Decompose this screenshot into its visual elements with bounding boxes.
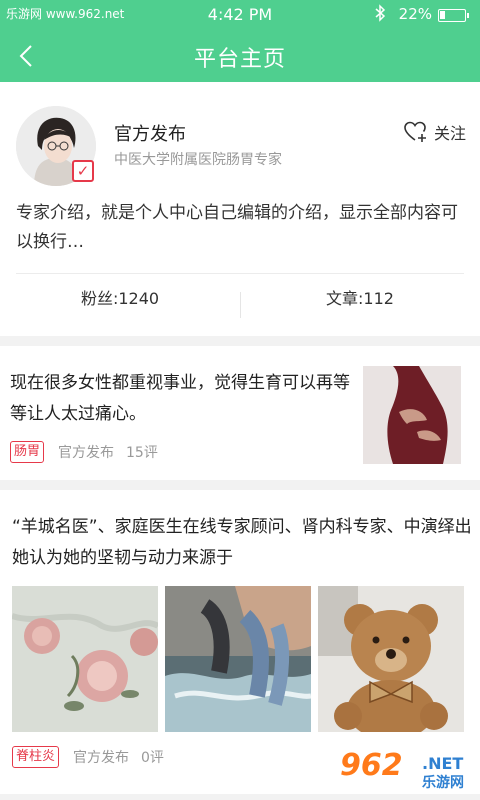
category-tag[interactable]: 脊柱炎 bbox=[12, 746, 60, 768]
post-card[interactable]: 现在很多女性都重视事业，觉得生育可以再等等让人太过痛心。 肠胃 官方发布 15评 bbox=[0, 346, 480, 480]
fans-count[interactable]: 粉丝:1240 bbox=[0, 274, 240, 336]
post-thumbnail bbox=[363, 366, 461, 464]
post-text: 现在很多女性都重视事业，觉得生育可以再等等让人太过痛心。 bbox=[10, 373, 350, 424]
site-logo: 962 .NET 乐游网 bbox=[340, 748, 474, 794]
articles-count[interactable]: 文章:112 bbox=[240, 274, 480, 336]
post-source: 官方发布 bbox=[58, 445, 115, 461]
post-image bbox=[318, 586, 464, 732]
post-source: 官方发布 bbox=[73, 750, 130, 766]
follow-button[interactable]: 关注 bbox=[404, 120, 466, 144]
logo-suffix: .NET bbox=[422, 754, 464, 773]
nav-bar: 平台主页 bbox=[0, 30, 480, 82]
post-text: “羊城名医”、家庭医生在线专家顾问、肾内科专家、中演绎出她认为她的坚韧与动力来源… bbox=[12, 517, 472, 568]
logo-number: 962 bbox=[340, 748, 403, 783]
post-meta: 脊柱炎 官方发布 0评 bbox=[12, 746, 164, 768]
profile-intro: 专家介绍，就是个人中心自己编辑的介绍，显示全部内容可以换行… bbox=[16, 203, 458, 252]
bluetooth-icon bbox=[374, 4, 386, 26]
profile-stats: 粉丝:1240 文章:112 bbox=[0, 274, 480, 336]
post-image bbox=[12, 586, 158, 732]
battery-icon bbox=[438, 9, 469, 22]
comment-count: 0评 bbox=[141, 750, 164, 766]
profile-card: ✓ 官方发布 中医大学附属医院肠胃专家 关注 专家介绍，就是个人中心自己编辑的介… bbox=[0, 82, 480, 336]
heart-plus-icon bbox=[404, 121, 426, 142]
post-image bbox=[165, 586, 311, 732]
battery-percent: 22% bbox=[398, 5, 432, 23]
post-meta: 肠胃 官方发布 15评 bbox=[10, 441, 158, 463]
status-bar: 乐游网 www.962.net 4:42 PM 22% bbox=[0, 0, 480, 30]
follow-label: 关注 bbox=[433, 124, 466, 143]
logo-cn: 乐游网 bbox=[422, 775, 464, 791]
checkbox-checked-icon: ✓ bbox=[72, 160, 94, 182]
profile-name: 官方发布 bbox=[114, 124, 186, 145]
profile-title: 中医大学附属医院肠胃专家 bbox=[114, 152, 282, 168]
category-tag[interactable]: 肠胃 bbox=[10, 441, 45, 463]
page-title: 平台主页 bbox=[193, 47, 286, 72]
comment-count: 15评 bbox=[126, 445, 158, 461]
